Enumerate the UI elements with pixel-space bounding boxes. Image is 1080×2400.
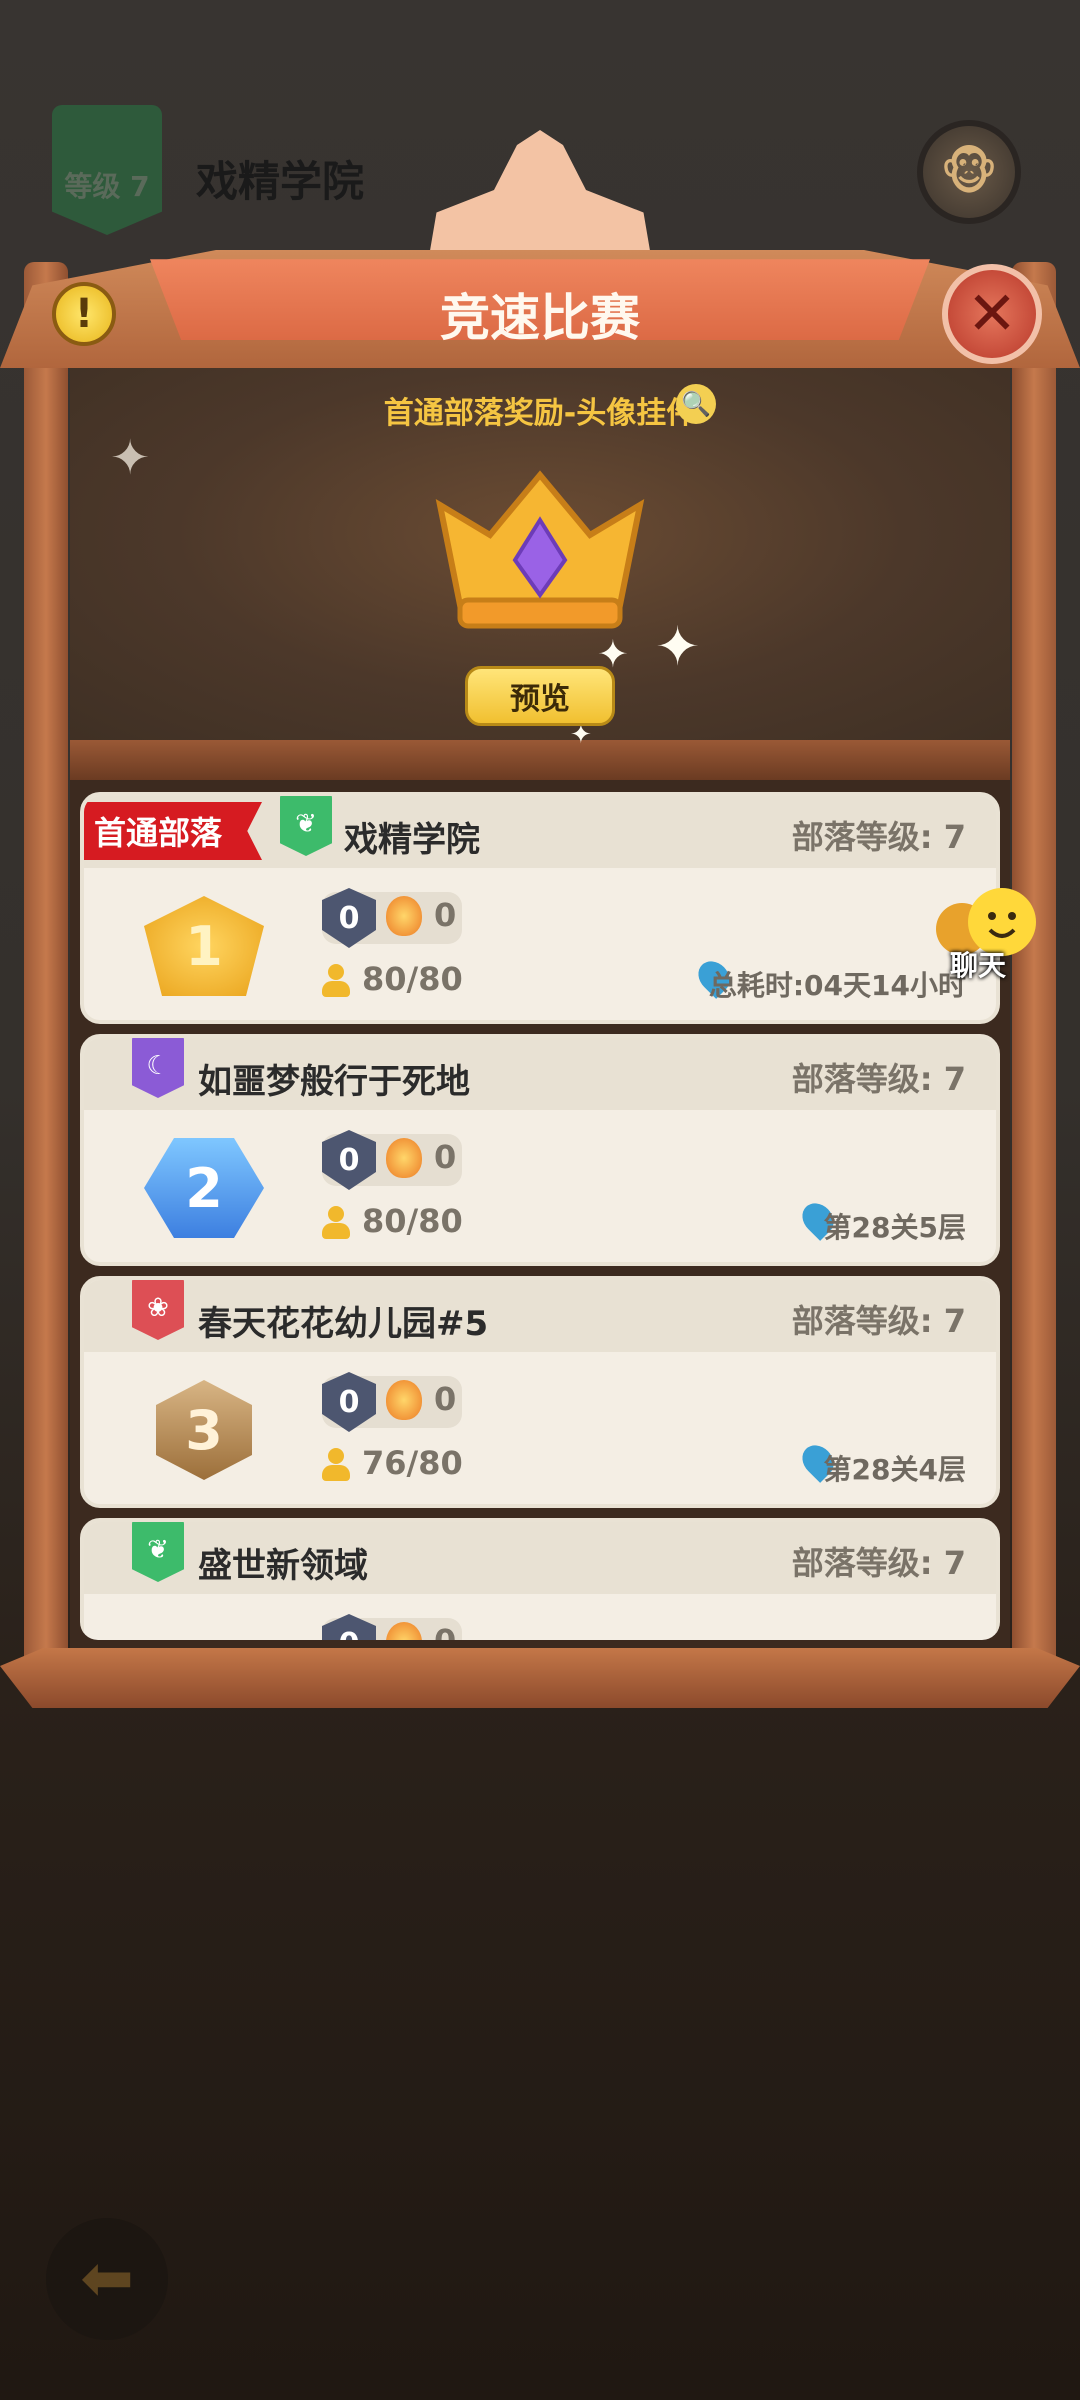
preview-button[interactable]: 预览 — [465, 666, 615, 726]
flame-icon — [386, 1380, 422, 1420]
team-level: 部落等级: 7 — [791, 1544, 966, 1582]
team-level: 部落等级: 7 — [791, 818, 966, 856]
chat-label[interactable]: 聊天 — [950, 944, 1006, 984]
sparkle-icon: ✦ — [110, 430, 151, 486]
crown-icon — [435, 470, 645, 629]
dialog-title: 竞速比赛 — [440, 289, 640, 347]
tribe-level-label: 等级 7 — [64, 170, 150, 203]
member-icon — [322, 964, 350, 998]
member-count: 76/80 — [362, 1444, 463, 1482]
list-item[interactable]: ❦ 盛世新领域 部落等级: 7 0 0 — [80, 1518, 1000, 1640]
tribe-flag-icon: ❦ — [280, 796, 332, 856]
tribe-flag-icon: ❦ — [132, 1522, 184, 1582]
flame-value: 0 — [434, 1622, 456, 1640]
member-count: 80/80 — [362, 960, 463, 998]
avatar[interactable]: 🐵 — [917, 120, 1021, 224]
frame-left — [24, 262, 68, 1702]
back-button[interactable]: ⬅ — [46, 2218, 168, 2340]
team-name: 戏精学院 — [344, 820, 480, 860]
exclamation-icon: ! — [74, 291, 94, 337]
stage-progress: 第28关5层 — [823, 1211, 966, 1244]
list-item[interactable]: ❀ 春天花花幼儿园#5 部落等级: 7 3 0 0 76/80 第28关4层 — [80, 1276, 1000, 1508]
member-count: 80/80 — [362, 1202, 463, 1240]
frame-right — [1012, 262, 1056, 1702]
sparkle-icon: ✦ — [655, 615, 701, 678]
team-list[interactable]: ❦ 戏精学院 部落等级: 7 首通部落 1 0 0 80/80 总耗时:04天1… — [80, 792, 1000, 1640]
tribe-flag-icon: ❀ — [132, 1280, 184, 1340]
reward-shelf — [70, 740, 1010, 780]
flame-value: 0 — [434, 896, 457, 934]
flame-value: 0 — [434, 1380, 457, 1418]
total-time: 总耗时:04天14小时 — [708, 969, 966, 1002]
first-clear-tag: 首通部落 — [84, 802, 262, 860]
tribe-flag-icon: ☾ — [132, 1038, 184, 1098]
list-item[interactable]: ☾ 如噩梦般行于死地 部落等级: 7 2 0 0 80/80 第28关5层 — [80, 1034, 1000, 1266]
rank-1-badge: 1 — [144, 896, 264, 996]
close-icon: ✕ — [966, 279, 1018, 349]
info-button[interactable]: ! — [52, 282, 116, 346]
search-icon[interactable]: 🔍 — [676, 384, 716, 424]
team-level: 部落等级: 7 — [791, 1302, 966, 1340]
stage-progress: 第28关4层 — [823, 1453, 966, 1486]
reward-label: 首通部落奖励-头像挂件 — [383, 396, 697, 431]
frame-bottom — [0, 1648, 1080, 1708]
back-arrow-icon: ⬅ — [80, 2242, 134, 2316]
list-item[interactable]: ❦ 戏精学院 部落等级: 7 首通部落 1 0 0 80/80 总耗时:04天1… — [80, 792, 1000, 1024]
team-name: 如噩梦般行于死地 — [198, 1062, 470, 1102]
flame-icon — [386, 1138, 422, 1178]
team-name: 盛世新领域 — [198, 1546, 368, 1586]
flame-value: 0 — [434, 1138, 457, 1176]
close-button[interactable]: ✕ — [942, 264, 1042, 364]
tribe-banner: 等级 7 — [52, 105, 162, 235]
team-level: 部落等级: 7 — [791, 1060, 966, 1098]
member-icon — [322, 1206, 350, 1240]
flame-icon — [386, 896, 422, 936]
team-name: 春天花花幼儿园#5 — [198, 1304, 489, 1344]
tribe-name: 戏精学院 — [196, 157, 365, 206]
member-icon — [322, 1448, 350, 1482]
monkey-icon: 🐵 — [940, 143, 998, 201]
rank-3-badge: 3 — [156, 1380, 252, 1480]
rank-2-badge: 2 — [144, 1138, 264, 1238]
